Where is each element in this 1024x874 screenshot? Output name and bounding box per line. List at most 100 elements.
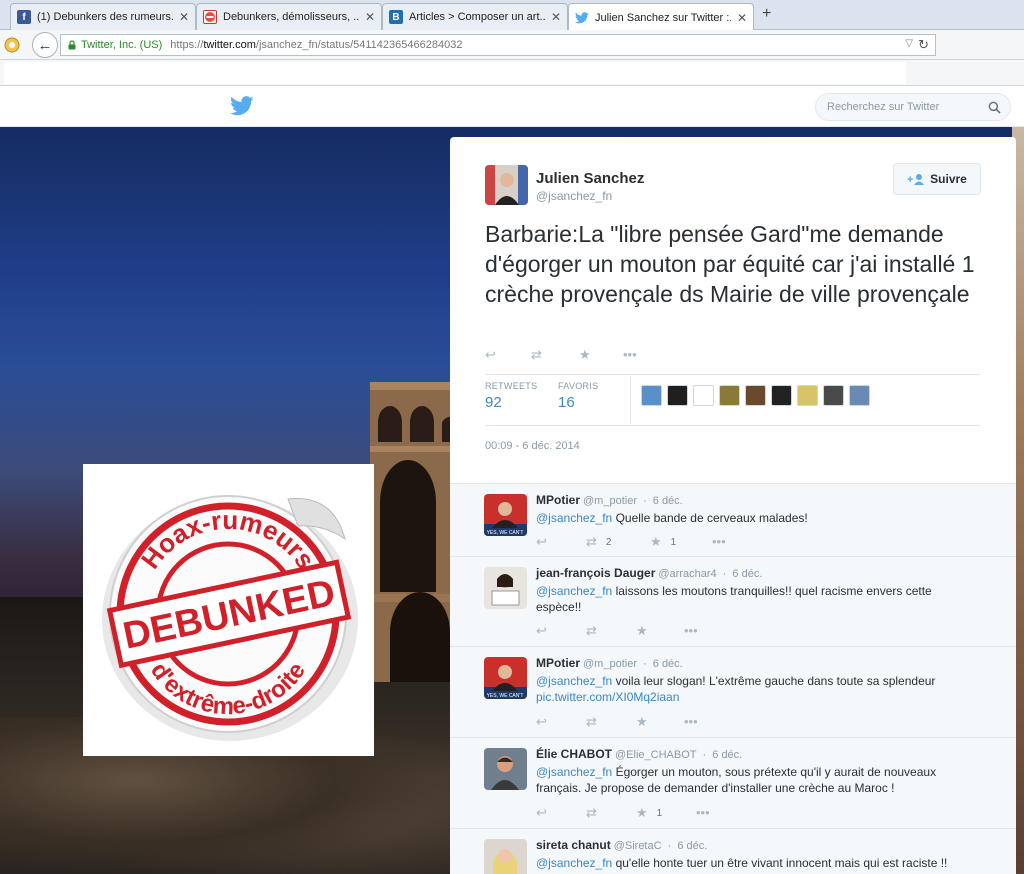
tweet-text: Barbarie:La "libre pensée Gard"me demand… xyxy=(485,221,975,307)
reply-author[interactable]: MPotier @m_potier · 6 déc. xyxy=(536,656,683,670)
retweet-icon[interactable]: ⇄ xyxy=(586,805,597,821)
reply-item: YES, WE CAN'T MPotier @m_potier · 6 déc. … xyxy=(450,647,1016,738)
reply-author[interactable]: Élie CHABOT @Elie_CHABOT · 6 déc. xyxy=(536,747,742,761)
address-bar[interactable]: Twitter, Inc. (US) https://twitter.com/j… xyxy=(60,34,936,56)
search-input[interactable]: Recherchez sur Twitter xyxy=(815,93,1011,121)
url-path: /jsanchez_fn/status/541142365466284032 xyxy=(255,39,463,51)
favorite-count: 1 xyxy=(656,807,663,819)
mention-link[interactable]: @jsanchez_fn xyxy=(536,584,612,598)
tab-twitter[interactable]: Julien Sanchez sur Twitter :... ✕ xyxy=(568,3,754,31)
mention-link[interactable]: @jsanchez_fn xyxy=(536,765,612,779)
reply-icon[interactable]: ↩ xyxy=(485,347,496,363)
reply-icon[interactable]: ↩ xyxy=(536,805,547,821)
favorite-star-icon[interactable]: ★ 1 xyxy=(636,805,662,821)
favorited-by-avatar[interactable] xyxy=(641,385,662,406)
reply-author[interactable]: MPotier @m_potier · 6 déc. xyxy=(536,493,683,507)
retweet-icon[interactable]: ⇄ xyxy=(586,714,597,730)
bookmarks-bar xyxy=(0,60,1024,86)
retweet-count: 2 xyxy=(605,536,612,548)
favorited-by-avatar[interactable] xyxy=(719,385,740,406)
author-avatar[interactable] xyxy=(485,165,528,205)
favorite-star-icon[interactable]: ★ xyxy=(579,347,591,363)
favorited-by-avatar[interactable] xyxy=(797,385,818,406)
svg-text:YES, WE CAN'T: YES, WE CAN'T xyxy=(487,693,524,699)
search-icon[interactable] xyxy=(988,101,1001,114)
aqueduct-image xyxy=(370,382,460,682)
new-tab-button[interactable]: + xyxy=(762,5,771,23)
favorites-label: FAVORIS xyxy=(558,381,599,391)
back-arrow-icon: ← xyxy=(37,36,53,54)
reply-avatar[interactable] xyxy=(484,748,527,790)
favorite-star-icon[interactable]: ★ xyxy=(636,623,648,639)
browser-nav-bar: ← Twitter, Inc. (US) https://twitter.com… xyxy=(0,30,1024,60)
favorite-star-icon[interactable]: ★ xyxy=(636,714,648,730)
reload-icon[interactable]: ↻ xyxy=(918,37,929,53)
favorited-by-avatar[interactable] xyxy=(849,385,870,406)
favorited-by-avatar[interactable] xyxy=(667,385,688,406)
favorited-by-avatar[interactable] xyxy=(771,385,792,406)
add-user-icon: + xyxy=(907,174,925,185)
site-identity[interactable]: Twitter, Inc. (US) xyxy=(81,39,162,51)
retweet-icon[interactable]: ⇄ xyxy=(586,623,597,639)
replies-list: YES, WE CAN'T MPotier @m_potier · 6 déc. … xyxy=(450,483,1016,874)
author-name[interactable]: Julien Sanchez xyxy=(536,170,644,187)
reply-item: Élie CHABOT @Elie_CHABOT · 6 déc. @jsanch… xyxy=(450,738,1016,829)
debunked-stamp-graphic: Hoax-rumeurs d'extrême-droite DEBUNKED xyxy=(102,495,358,741)
more-options-icon[interactable]: ••• xyxy=(684,714,698,729)
mention-link[interactable]: @jsanchez_fn xyxy=(536,511,612,525)
tab-facebook[interactable]: f (1) Debunkers des rumeurs... ✕ xyxy=(10,3,196,30)
retweet-icon[interactable]: ⇄ 2 xyxy=(586,534,611,550)
retweet-icon[interactable]: ⇄ xyxy=(531,347,542,363)
close-tab-icon[interactable]: ✕ xyxy=(179,10,189,24)
close-tab-icon[interactable]: ✕ xyxy=(365,10,375,24)
mention-link[interactable]: @jsanchez_fn xyxy=(536,674,612,688)
svg-text:YES, WE CAN'T: YES, WE CAN'T xyxy=(487,530,524,536)
favorited-by-avatar[interactable] xyxy=(823,385,844,406)
reply-author[interactable]: sireta chanut @SiretaC · 6 déc. xyxy=(536,838,707,852)
reply-icon[interactable]: ↩ xyxy=(536,534,547,550)
more-options-icon[interactable]: ••• xyxy=(623,347,637,362)
favorite-star-icon[interactable]: ★ 1 xyxy=(650,534,676,550)
reply-avatar[interactable] xyxy=(484,839,527,874)
tab-label: (1) Debunkers des rumeurs... xyxy=(37,11,173,23)
more-options-icon[interactable]: ••• xyxy=(712,534,726,549)
author-handle[interactable]: @jsanchez_fn xyxy=(536,189,612,203)
tab-debunkers[interactable]: Debunkers, démolisseurs, ... ✕ xyxy=(196,3,382,30)
pic-link[interactable]: pic.twitter.com/XI0Mq2iaan xyxy=(536,690,679,704)
favorited-by-avatar[interactable] xyxy=(693,385,714,406)
close-tab-icon[interactable]: ✕ xyxy=(551,10,561,24)
debunked-stamp-image: Hoax-rumeurs d'extrême-droite DEBUNKED xyxy=(83,464,374,756)
reply-icon[interactable]: ↩ xyxy=(536,623,547,639)
follow-button[interactable]: + Suivre xyxy=(893,163,981,195)
favorites-count[interactable]: 16 xyxy=(558,394,575,411)
password-manager-icon[interactable] xyxy=(4,37,20,53)
url-scheme: https:// xyxy=(170,39,204,51)
tab-label: Julien Sanchez sur Twitter :... xyxy=(595,11,731,24)
tab-label: Articles > Composer un art... xyxy=(409,11,545,23)
twitter-bird-icon[interactable] xyxy=(230,95,254,117)
search-placeholder: Recherchez sur Twitter xyxy=(827,101,940,113)
back-button[interactable]: ← xyxy=(32,32,58,58)
reply-avatar[interactable]: YES, WE CAN'T xyxy=(484,494,527,536)
reply-author[interactable]: jean-françois Dauger @arrachar4 · 6 déc. xyxy=(536,566,762,580)
retweets-count[interactable]: 92 xyxy=(485,394,502,411)
follow-label: Suivre xyxy=(930,172,967,186)
reply-avatar[interactable]: YES, WE CAN'T xyxy=(484,657,527,699)
mention-link[interactable]: @jsanchez_fn xyxy=(536,856,612,870)
reply-text: @jsanchez_fn Quelle bande de cerveaux ma… xyxy=(536,511,808,525)
url-dropdown-icon[interactable]: ▽ xyxy=(905,38,913,49)
reply-avatar[interactable] xyxy=(484,567,527,609)
more-options-icon[interactable]: ••• xyxy=(696,805,710,820)
browser-tab-bar: f (1) Debunkers des rumeurs... ✕ Debunke… xyxy=(0,0,1024,31)
reply-text: @jsanchez_fn voila leur slogan! L'extrêm… xyxy=(536,674,936,704)
favorited-by-avatar[interactable] xyxy=(745,385,766,406)
more-options-icon[interactable]: ••• xyxy=(684,623,698,638)
reply-text: @jsanchez_fn laissons les moutons tranqu… xyxy=(536,584,932,614)
tab-articles[interactable]: B Articles > Composer un art... ✕ xyxy=(382,3,568,30)
reply-item: sireta chanut @SiretaC · 6 déc. @jsanchez… xyxy=(450,829,1016,874)
blogger-b-icon: B xyxy=(389,10,403,24)
tweet-timestamp[interactable]: 00:09 - 6 déc. 2014 xyxy=(485,440,580,452)
reply-icon[interactable]: ↩ xyxy=(536,714,547,730)
close-tab-icon[interactable]: ✕ xyxy=(737,11,747,25)
reply-actions: ↩ ⇄ ★ ••• xyxy=(536,623,836,639)
